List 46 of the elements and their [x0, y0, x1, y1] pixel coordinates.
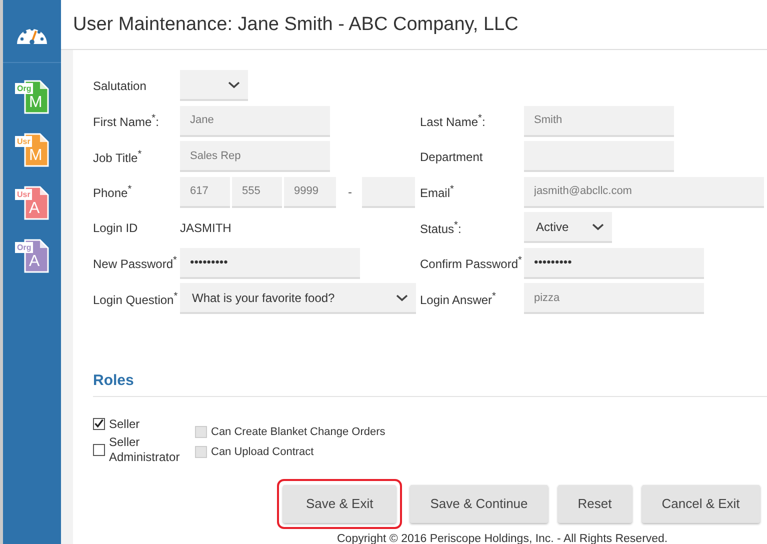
- text-field[interactable]: jasmith@abcllc.com: [524, 176, 764, 208]
- field-label: Department: [420, 150, 484, 164]
- section-heading: Roles: [93, 372, 135, 388]
- action-button[interactable]: Save & Exit: [283, 484, 396, 522]
- text-field[interactable]: [524, 141, 674, 172]
- field-label: Login Question$^{*}$: [93, 290, 179, 307]
- field-label: Confirm Password$^{*}$: [420, 255, 523, 272]
- field-label: Job Title$^{*}$: [93, 148, 143, 165]
- action-button[interactable]: Save & Continue: [410, 484, 548, 522]
- field-label: Email$^{*}$: [420, 184, 455, 200]
- text-field[interactable]: Smith: [524, 106, 674, 137]
- password-field[interactable]: •••••••••: [524, 248, 704, 279]
- separator-text: -: [348, 185, 352, 200]
- text-field[interactable]: pizza: [524, 283, 704, 314]
- checkbox-label: Seller: [109, 416, 141, 432]
- chevron-down-icon: [592, 222, 604, 231]
- select-field[interactable]: What is your favorite food?: [180, 283, 416, 314]
- extension-field[interactable]: [362, 176, 415, 208]
- page-title: User Maintenance: Jane Smith - ABC Company, LLC: [73, 14, 518, 36]
- field-label: Login Answer$^{*}$: [420, 290, 497, 307]
- phone-field[interactable]: 555: [232, 176, 282, 208]
- field-label: Phone$^{*}$: [93, 184, 133, 200]
- action-button[interactable]: Cancel & Exit: [642, 484, 760, 522]
- checkbox-label: Can Upload Contract: [211, 444, 314, 460]
- checkbox-label: Seller Administrator: [109, 434, 181, 464]
- text-field[interactable]: Jane: [180, 106, 330, 137]
- field-label: Salutation: [93, 78, 148, 93]
- phone-field[interactable]: 9999: [284, 176, 336, 208]
- field-label: New Password$^{*}$: [93, 255, 178, 272]
- text-field[interactable]: Sales Rep: [180, 141, 330, 172]
- chevron-down-icon: [228, 80, 240, 89]
- field-label: First Name$^{*}$:: [93, 113, 160, 130]
- field-label: Status$^{*}$:: [420, 220, 462, 236]
- select-field[interactable]: [180, 70, 248, 102]
- chevron-down-icon: [396, 294, 408, 302]
- copyright-text: Copyright © 2016 Periscope Holdings, Inc. - All Rights Reserved.: [337, 532, 669, 544]
- checkbox[interactable]: [93, 444, 105, 456]
- select-field[interactable]: Active: [524, 212, 612, 244]
- checkbox-label: Can Create Blanket Change Orders: [211, 424, 386, 440]
- phone-field[interactable]: 617: [180, 176, 230, 208]
- field-value: JASMITH: [180, 220, 232, 235]
- field-label: Login ID: [93, 220, 139, 235]
- checkbox[interactable]: [93, 418, 105, 430]
- password-field[interactable]: •••••••••: [180, 248, 360, 279]
- action-button[interactable]: Reset: [558, 484, 632, 522]
- field-label: Last Name$^{*}$:: [420, 113, 486, 130]
